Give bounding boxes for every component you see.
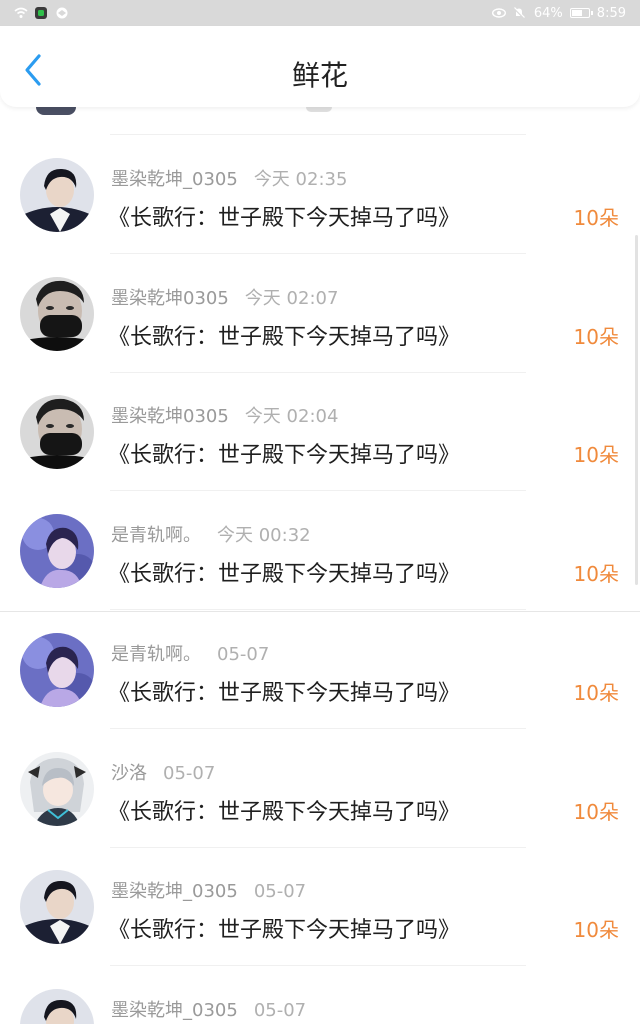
list-item[interactable]: 是青轨啊。 今天 00:32 《长歌行：世子殿下今天掉马了吗》 10朵	[0, 463, 640, 611]
timestamp: 今天 02:07	[244, 287, 339, 309]
battery-fill	[571, 10, 582, 16]
status-right: 64% 8:59	[491, 5, 626, 21]
timestamp: 05-07	[163, 762, 216, 784]
signal-icon	[14, 7, 28, 19]
list-item[interactable]: 墨染乾坤0305 今天 02:07 《长歌行：世子殿下今天掉马了吗》 10朵	[0, 226, 640, 373]
avatar[interactable]	[20, 988, 94, 1024]
list-item[interactable]: 墨染乾坤_0305 今天 02:35 《长歌行：世子殿下今天掉马了吗》 10朵	[0, 107, 640, 254]
meta-line: 墨染乾坤0305 今天 02:04	[111, 402, 338, 428]
list-item[interactable]: 墨染乾坤_0305 05-07	[0, 938, 640, 1024]
timestamp: 05-07	[253, 999, 307, 1021]
sender-name[interactable]: 墨染乾坤0305	[111, 406, 229, 427]
meta-line: 墨染乾坤0305 今天 02:07	[111, 284, 338, 310]
timestamp: 05-07	[217, 643, 270, 665]
meta-line: 是青轨啊。 今天 00:32	[111, 521, 311, 547]
avatar[interactable]	[20, 158, 94, 232]
avatar[interactable]	[20, 751, 94, 826]
meta-line: 墨染乾坤_0305 今天 02:35	[111, 165, 347, 191]
sender-name[interactable]: 墨染乾坤0305	[111, 288, 229, 309]
avatar[interactable]	[20, 514, 94, 589]
app-notification-icon	[35, 7, 49, 19]
meta-line: 沙洛 05-07	[111, 759, 215, 785]
sender-name[interactable]: 墨染乾坤_0305	[111, 169, 238, 190]
battery-percent: 64%	[533, 5, 563, 21]
header: 鲜花	[0, 26, 640, 107]
meta-line: 墨染乾坤_0305 05-07	[111, 877, 306, 903]
sender-name[interactable]: 墨染乾坤_0305	[111, 1000, 238, 1021]
status-bar: 64% 8:59	[0, 0, 640, 26]
sender-name[interactable]: 沙洛	[111, 763, 147, 784]
avatar[interactable]	[20, 395, 94, 470]
timestamp: 今天 02:04	[244, 406, 339, 428]
screen: 64% 8:59 鲜花 墨染乾坤_0305 今天 02:35 《长歌行：世子殿下今天…	[0, 0, 640, 1024]
timestamp: 今天 02:35	[253, 169, 348, 190]
meta-line: 是青轨啊。 05-07	[111, 640, 269, 666]
meta-line: 墨染乾坤_0305 05-07	[111, 996, 306, 1022]
eye-icon	[491, 7, 506, 19]
status-left	[14, 7, 70, 19]
sender-name[interactable]: 墨染乾坤_0305	[111, 881, 238, 902]
avatar[interactable]	[20, 632, 94, 707]
timestamp: 05-07	[253, 881, 307, 903]
sender-name[interactable]: 是青轨啊。	[111, 525, 201, 546]
gift-list[interactable]: 墨染乾坤_0305 今天 02:35 《长歌行：世子殿下今天掉马了吗》 10朵 墨染乾…	[0, 107, 640, 1024]
battery-icon	[569, 8, 593, 18]
list-item[interactable]: 沙洛 05-07 《长歌行：世子殿下今天掉马了吗》 10朵	[0, 701, 640, 848]
browser-icon	[56, 7, 70, 19]
sender-name[interactable]: 是青轨啊。	[111, 644, 201, 665]
list-item[interactable]: 是青轨啊。 05-07 《长歌行：世子殿下今天掉马了吗》 10朵	[0, 582, 640, 729]
list-item[interactable]: 墨染乾坤_0305 05-07 《长歌行：世子殿下今天掉马了吗》 10朵	[0, 819, 640, 967]
timestamp: 今天 00:32	[217, 525, 311, 547]
page-title: 鲜花	[291, 59, 348, 92]
avatar[interactable]	[20, 870, 94, 945]
mute-icon	[513, 7, 527, 19]
status-time: 8:59	[596, 5, 626, 21]
avatar[interactable]	[20, 276, 94, 351]
list-item[interactable]: 墨染乾坤0305 今天 02:04 《长歌行：世子殿下今天掉马了吗》 10朵	[0, 344, 640, 492]
